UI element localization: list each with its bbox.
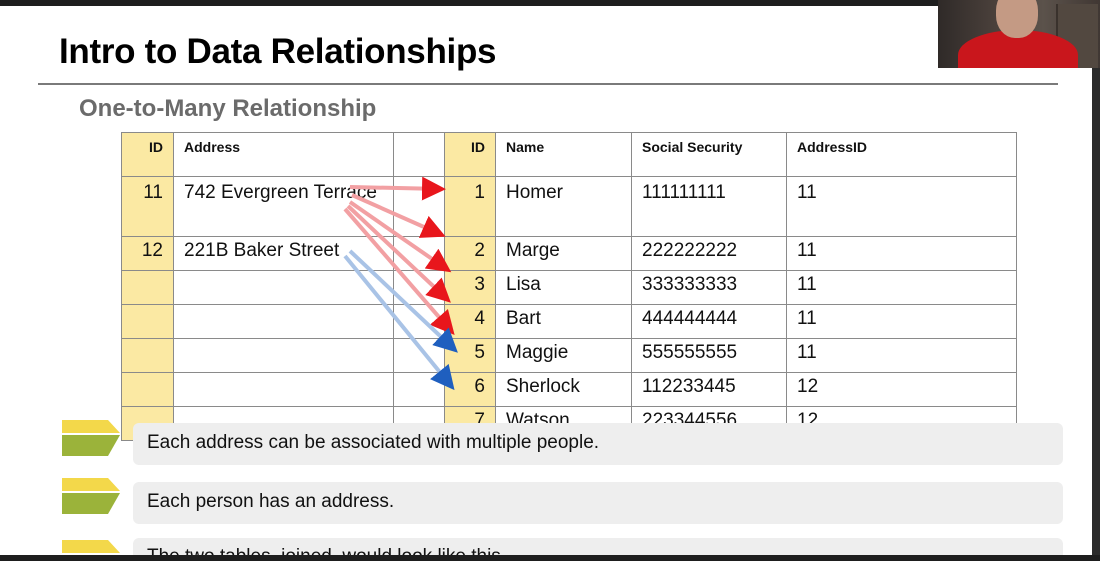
address-cell: 221B Baker Street bbox=[173, 236, 394, 271]
table-row: 12 221B Baker Street 2 Marge 222222222 1… bbox=[121, 236, 1017, 271]
header-address: Address bbox=[173, 132, 394, 177]
address-fk-cell: 11 bbox=[786, 176, 1017, 237]
address-cell bbox=[173, 270, 394, 305]
person-id-cell: 4 bbox=[444, 304, 496, 339]
table-row: 6 Sherlock 112233445 12 bbox=[121, 372, 1017, 407]
address-fk-cell: 11 bbox=[786, 304, 1017, 339]
name-cell: Bart bbox=[495, 304, 632, 339]
table-row: 3 Lisa 333333333 11 bbox=[121, 270, 1017, 305]
person-id-cell: 6 bbox=[444, 372, 496, 407]
address-id-cell bbox=[121, 304, 174, 339]
address-fk-cell: 11 bbox=[786, 236, 1017, 271]
address-cell: 742 Evergreen Terrace bbox=[173, 176, 394, 237]
bullet-item: Each address can be associated with mult… bbox=[133, 423, 1063, 465]
person-id-cell: 5 bbox=[444, 338, 496, 373]
person-id-cell: 1 bbox=[444, 176, 496, 237]
bullet-marker-icon bbox=[62, 420, 120, 456]
table-gap bbox=[393, 338, 445, 373]
name-cell: Sherlock bbox=[495, 372, 632, 407]
bullet-item: Each person has an address. bbox=[133, 482, 1063, 524]
bullet-item: The two tables, joined, would look like … bbox=[133, 538, 1063, 555]
address-id-cell bbox=[121, 372, 174, 407]
address-cell bbox=[173, 338, 394, 373]
table-gap bbox=[393, 236, 445, 271]
ssn-cell: 555555555 bbox=[631, 338, 787, 373]
bullet-text: Each person has an address. bbox=[147, 491, 395, 512]
table-gap bbox=[393, 304, 445, 339]
slide-subtitle: One-to-Many Relationship bbox=[79, 95, 377, 122]
header-name: Name bbox=[495, 132, 632, 177]
slide-title: Intro to Data Relationships bbox=[59, 32, 497, 71]
bullet-marker-icon bbox=[62, 540, 120, 553]
header-address-id-fk: AddressID bbox=[786, 132, 1017, 177]
table-row: 5 Maggie 555555555 11 bbox=[121, 338, 1017, 373]
ssn-cell: 444444444 bbox=[631, 304, 787, 339]
bullet-text: The two tables, joined, would look like … bbox=[147, 546, 501, 555]
presentation-slide: Intro to Data Relationships One-to-Many … bbox=[0, 6, 1092, 555]
address-fk-cell: 11 bbox=[786, 270, 1017, 305]
name-cell: Lisa bbox=[495, 270, 632, 305]
ssn-cell: 112233445 bbox=[631, 372, 787, 407]
address-fk-cell: 11 bbox=[786, 338, 1017, 373]
address-fk-cell: 12 bbox=[786, 372, 1017, 407]
name-cell: Homer bbox=[495, 176, 632, 237]
header-social-security: Social Security bbox=[631, 132, 787, 177]
bullet-text: Each address can be associated with mult… bbox=[147, 432, 600, 453]
window-bottom-bar bbox=[0, 555, 1100, 561]
table-gap bbox=[393, 176, 445, 237]
address-cell bbox=[173, 372, 394, 407]
table-gap bbox=[393, 372, 445, 407]
address-id-cell bbox=[121, 270, 174, 305]
header-person-id: ID bbox=[444, 132, 496, 177]
address-id-cell: 12 bbox=[121, 236, 174, 271]
name-cell: Marge bbox=[495, 236, 632, 271]
ssn-cell: 222222222 bbox=[631, 236, 787, 271]
table-row: 11 742 Evergreen Terrace 1 Homer 1111111… bbox=[121, 176, 1017, 237]
relationship-table: ID Address ID Name Social Security Addre… bbox=[121, 132, 1017, 441]
webcam-video-feed bbox=[938, 0, 1100, 68]
table-gap bbox=[393, 270, 445, 305]
table-header-row: ID Address ID Name Social Security Addre… bbox=[121, 132, 1017, 177]
name-cell: Maggie bbox=[495, 338, 632, 373]
ssn-cell: 111111111 bbox=[631, 176, 787, 237]
address-id-cell bbox=[121, 338, 174, 373]
table-gap bbox=[393, 132, 445, 177]
ssn-cell: 333333333 bbox=[631, 270, 787, 305]
person-id-cell: 2 bbox=[444, 236, 496, 271]
bullet-marker-icon bbox=[62, 478, 120, 514]
address-id-cell: 11 bbox=[121, 176, 174, 237]
title-divider bbox=[38, 83, 1058, 85]
person-id-cell: 3 bbox=[444, 270, 496, 305]
address-cell bbox=[173, 304, 394, 339]
table-row: 4 Bart 444444444 11 bbox=[121, 304, 1017, 339]
header-address-id: ID bbox=[121, 132, 174, 177]
